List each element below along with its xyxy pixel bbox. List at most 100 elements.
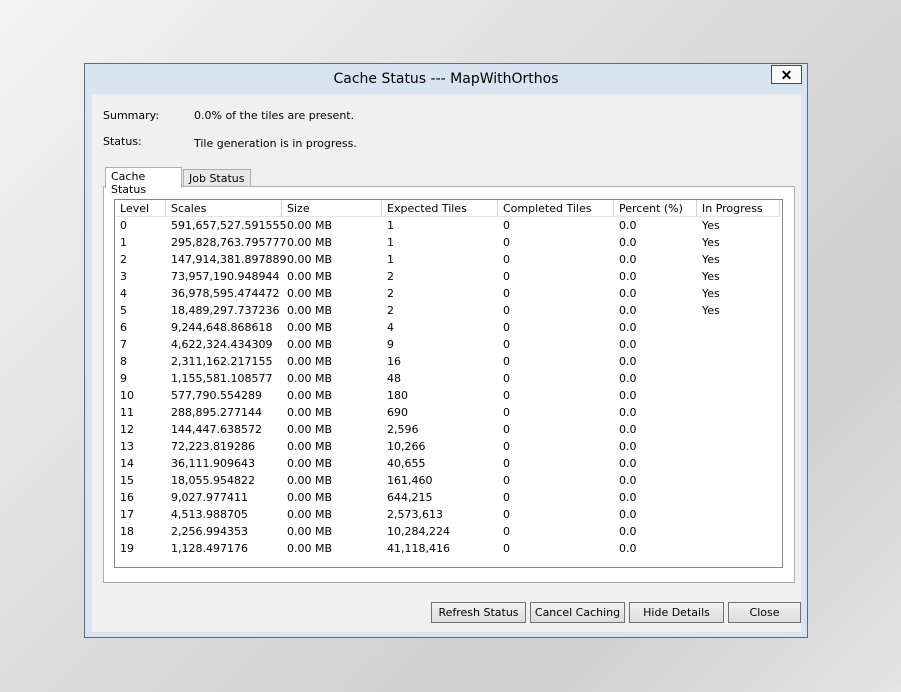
completed-tiles-cell: 0 bbox=[503, 372, 510, 385]
percent-cell: 0.0 bbox=[619, 406, 637, 419]
dialog-body: Summary: 0.0% of the tiles are present. … bbox=[92, 94, 801, 632]
size-cell: 0.00 MB bbox=[287, 355, 333, 368]
percent-cell: 0.0 bbox=[619, 491, 637, 504]
in-progress-cell: Yes bbox=[702, 253, 720, 266]
scale-cell: 4,513.988705 bbox=[171, 508, 248, 521]
table-row[interactable]: 16 9,027.977411 0.00 MB 644,215 0 0.0 bbox=[115, 489, 782, 506]
table-row[interactable]: 3 73,957,190.948944 0.00 MB 2 0 0.0 Yes bbox=[115, 268, 782, 285]
scale-cell: 4,622,324.434309 bbox=[171, 338, 273, 351]
dialog-title: Cache Status --- MapWithOrthos bbox=[333, 71, 559, 87]
title-bar[interactable]: Cache Status --- MapWithOrthos ✕ bbox=[85, 64, 807, 94]
completed-tiles-cell: 0 bbox=[503, 542, 510, 555]
tab-cache-status[interactable]: Cache Status bbox=[105, 167, 182, 196]
level-cell: 0 bbox=[120, 219, 127, 232]
expected-tiles-cell: 16 bbox=[387, 355, 401, 368]
scale-cell: 18,055.954822 bbox=[171, 474, 255, 487]
completed-tiles-cell: 0 bbox=[503, 219, 510, 232]
scale-cell: 1,155,581.108577 bbox=[171, 372, 273, 385]
cache-status-dialog: Cache Status --- MapWithOrthos ✕ Summary… bbox=[84, 63, 808, 638]
table-row[interactable]: 5 18,489,297.737236 0.00 MB 2 0 0.0 Yes bbox=[115, 302, 782, 319]
table-row[interactable]: 19 1,128.497176 0.00 MB 41,118,416 0 0.0 bbox=[115, 540, 782, 557]
column-header-completed-tiles[interactable]: Completed Tiles bbox=[498, 200, 614, 217]
table-row[interactable]: 1 295,828,763.795777 0.00 MB 1 0 0.0 Yes bbox=[115, 234, 782, 251]
level-cell: 4 bbox=[120, 287, 127, 300]
percent-cell: 0.0 bbox=[619, 440, 637, 453]
column-header-scales[interactable]: Scales bbox=[166, 200, 282, 217]
table-row[interactable]: 12 144,447.638572 0.00 MB 2,596 0 0.0 bbox=[115, 421, 782, 438]
expected-tiles-cell: 40,655 bbox=[387, 457, 426, 470]
expected-tiles-cell: 10,266 bbox=[387, 440, 426, 453]
column-header-percent[interactable]: Percent (%) bbox=[614, 200, 697, 217]
scale-cell: 2,311,162.217155 bbox=[171, 355, 273, 368]
completed-tiles-cell: 0 bbox=[503, 389, 510, 402]
refresh-status-button[interactable]: Refresh Status bbox=[431, 602, 526, 623]
level-cell: 15 bbox=[120, 474, 134, 487]
expected-tiles-cell: 4 bbox=[387, 321, 394, 334]
table-row[interactable]: 11 288,895.277144 0.00 MB 690 0 0.0 bbox=[115, 404, 782, 421]
completed-tiles-cell: 0 bbox=[503, 457, 510, 470]
close-button[interactable]: Close bbox=[728, 602, 801, 623]
table-row[interactable]: 8 2,311,162.217155 0.00 MB 16 0 0.0 bbox=[115, 353, 782, 370]
level-cell: 9 bbox=[120, 372, 127, 385]
level-cell: 18 bbox=[120, 525, 134, 538]
scale-cell: 73,957,190.948944 bbox=[171, 270, 280, 283]
level-cell: 7 bbox=[120, 338, 127, 351]
table-row[interactable]: 4 36,978,595.474472 0.00 MB 2 0 0.0 Yes bbox=[115, 285, 782, 302]
completed-tiles-cell: 0 bbox=[503, 253, 510, 266]
status-value: Tile generation is in progress. bbox=[194, 137, 357, 150]
table-row[interactable]: 6 9,244,648.868618 0.00 MB 4 0 0.0 bbox=[115, 319, 782, 336]
expected-tiles-cell: 1 bbox=[387, 253, 394, 266]
completed-tiles-cell: 0 bbox=[503, 338, 510, 351]
level-cell: 6 bbox=[120, 321, 127, 334]
completed-tiles-cell: 0 bbox=[503, 474, 510, 487]
table-row[interactable]: 2 147,914,381.897889 0.00 MB 1 0 0.0 Yes bbox=[115, 251, 782, 268]
scale-cell: 9,244,648.868618 bbox=[171, 321, 273, 334]
size-cell: 0.00 MB bbox=[287, 474, 333, 487]
column-header-size[interactable]: Size bbox=[282, 200, 382, 217]
in-progress-cell bbox=[697, 421, 780, 438]
scale-cell: 9,027.977411 bbox=[171, 491, 248, 504]
table-body: 0 591,657,527.591555 0.00 MB 1 0 0.0 Yes 1 295,8… bbox=[115, 217, 782, 557]
cache-levels-table[interactable]: Level Scales Size Expected Tiles Complet… bbox=[114, 199, 783, 568]
expected-tiles-cell: 41,118,416 bbox=[387, 542, 450, 555]
table-row[interactable]: 10 577,790.554289 0.00 MB 180 0 0.0 bbox=[115, 387, 782, 404]
expected-tiles-cell: 2 bbox=[387, 270, 394, 283]
level-cell: 3 bbox=[120, 270, 127, 283]
table-row[interactable]: 14 36,111.909643 0.00 MB 40,655 0 0.0 bbox=[115, 455, 782, 472]
scale-cell: 36,111.909643 bbox=[171, 457, 255, 470]
completed-tiles-cell: 0 bbox=[503, 355, 510, 368]
table-row[interactable]: 18 2,256.994353 0.00 MB 10,284,224 0 0.0 bbox=[115, 523, 782, 540]
expected-tiles-cell: 1 bbox=[387, 236, 394, 249]
completed-tiles-cell: 0 bbox=[503, 406, 510, 419]
scale-cell: 18,489,297.737236 bbox=[171, 304, 280, 317]
column-header-level[interactable]: Level bbox=[115, 200, 166, 217]
scale-cell: 591,657,527.591555 bbox=[171, 219, 287, 232]
cancel-caching-button[interactable]: Cancel Caching bbox=[530, 602, 625, 623]
expected-tiles-cell: 9 bbox=[387, 338, 394, 351]
size-cell: 0.00 MB bbox=[287, 406, 333, 419]
table-row[interactable]: 15 18,055.954822 0.00 MB 161,460 0 0.0 bbox=[115, 472, 782, 489]
expected-tiles-cell: 48 bbox=[387, 372, 401, 385]
size-cell: 0.00 MB bbox=[287, 525, 333, 538]
table-row[interactable]: 17 4,513.988705 0.00 MB 2,573,613 0 0.0 bbox=[115, 506, 782, 523]
level-cell: 11 bbox=[120, 406, 134, 419]
column-header-expected-tiles[interactable]: Expected Tiles bbox=[382, 200, 498, 217]
size-cell: 0.00 MB bbox=[287, 219, 333, 232]
close-icon[interactable]: ✕ bbox=[771, 65, 802, 84]
in-progress-cell: Yes bbox=[702, 304, 720, 317]
summary-label: Summary: bbox=[103, 109, 160, 122]
percent-cell: 0.0 bbox=[619, 508, 637, 521]
in-progress-cell bbox=[697, 506, 780, 523]
scale-cell: 577,790.554289 bbox=[171, 389, 262, 402]
hide-details-button[interactable]: Hide Details bbox=[629, 602, 724, 623]
table-row[interactable]: 0 591,657,527.591555 0.00 MB 1 0 0.0 Yes bbox=[115, 217, 782, 234]
size-cell: 0.00 MB bbox=[287, 338, 333, 351]
table-row[interactable]: 7 4,622,324.434309 0.00 MB 9 0 0.0 bbox=[115, 336, 782, 353]
table-row[interactable]: 9 1,155,581.108577 0.00 MB 48 0 0.0 bbox=[115, 370, 782, 387]
percent-cell: 0.0 bbox=[619, 287, 637, 300]
table-row[interactable]: 13 72,223.819286 0.00 MB 10,266 0 0.0 bbox=[115, 438, 782, 455]
column-header-in-progress[interactable]: In Progress bbox=[697, 200, 780, 217]
expected-tiles-cell: 644,215 bbox=[387, 491, 433, 504]
in-progress-cell: Yes bbox=[702, 270, 720, 283]
tab-job-status[interactable]: Job Status bbox=[183, 169, 251, 187]
